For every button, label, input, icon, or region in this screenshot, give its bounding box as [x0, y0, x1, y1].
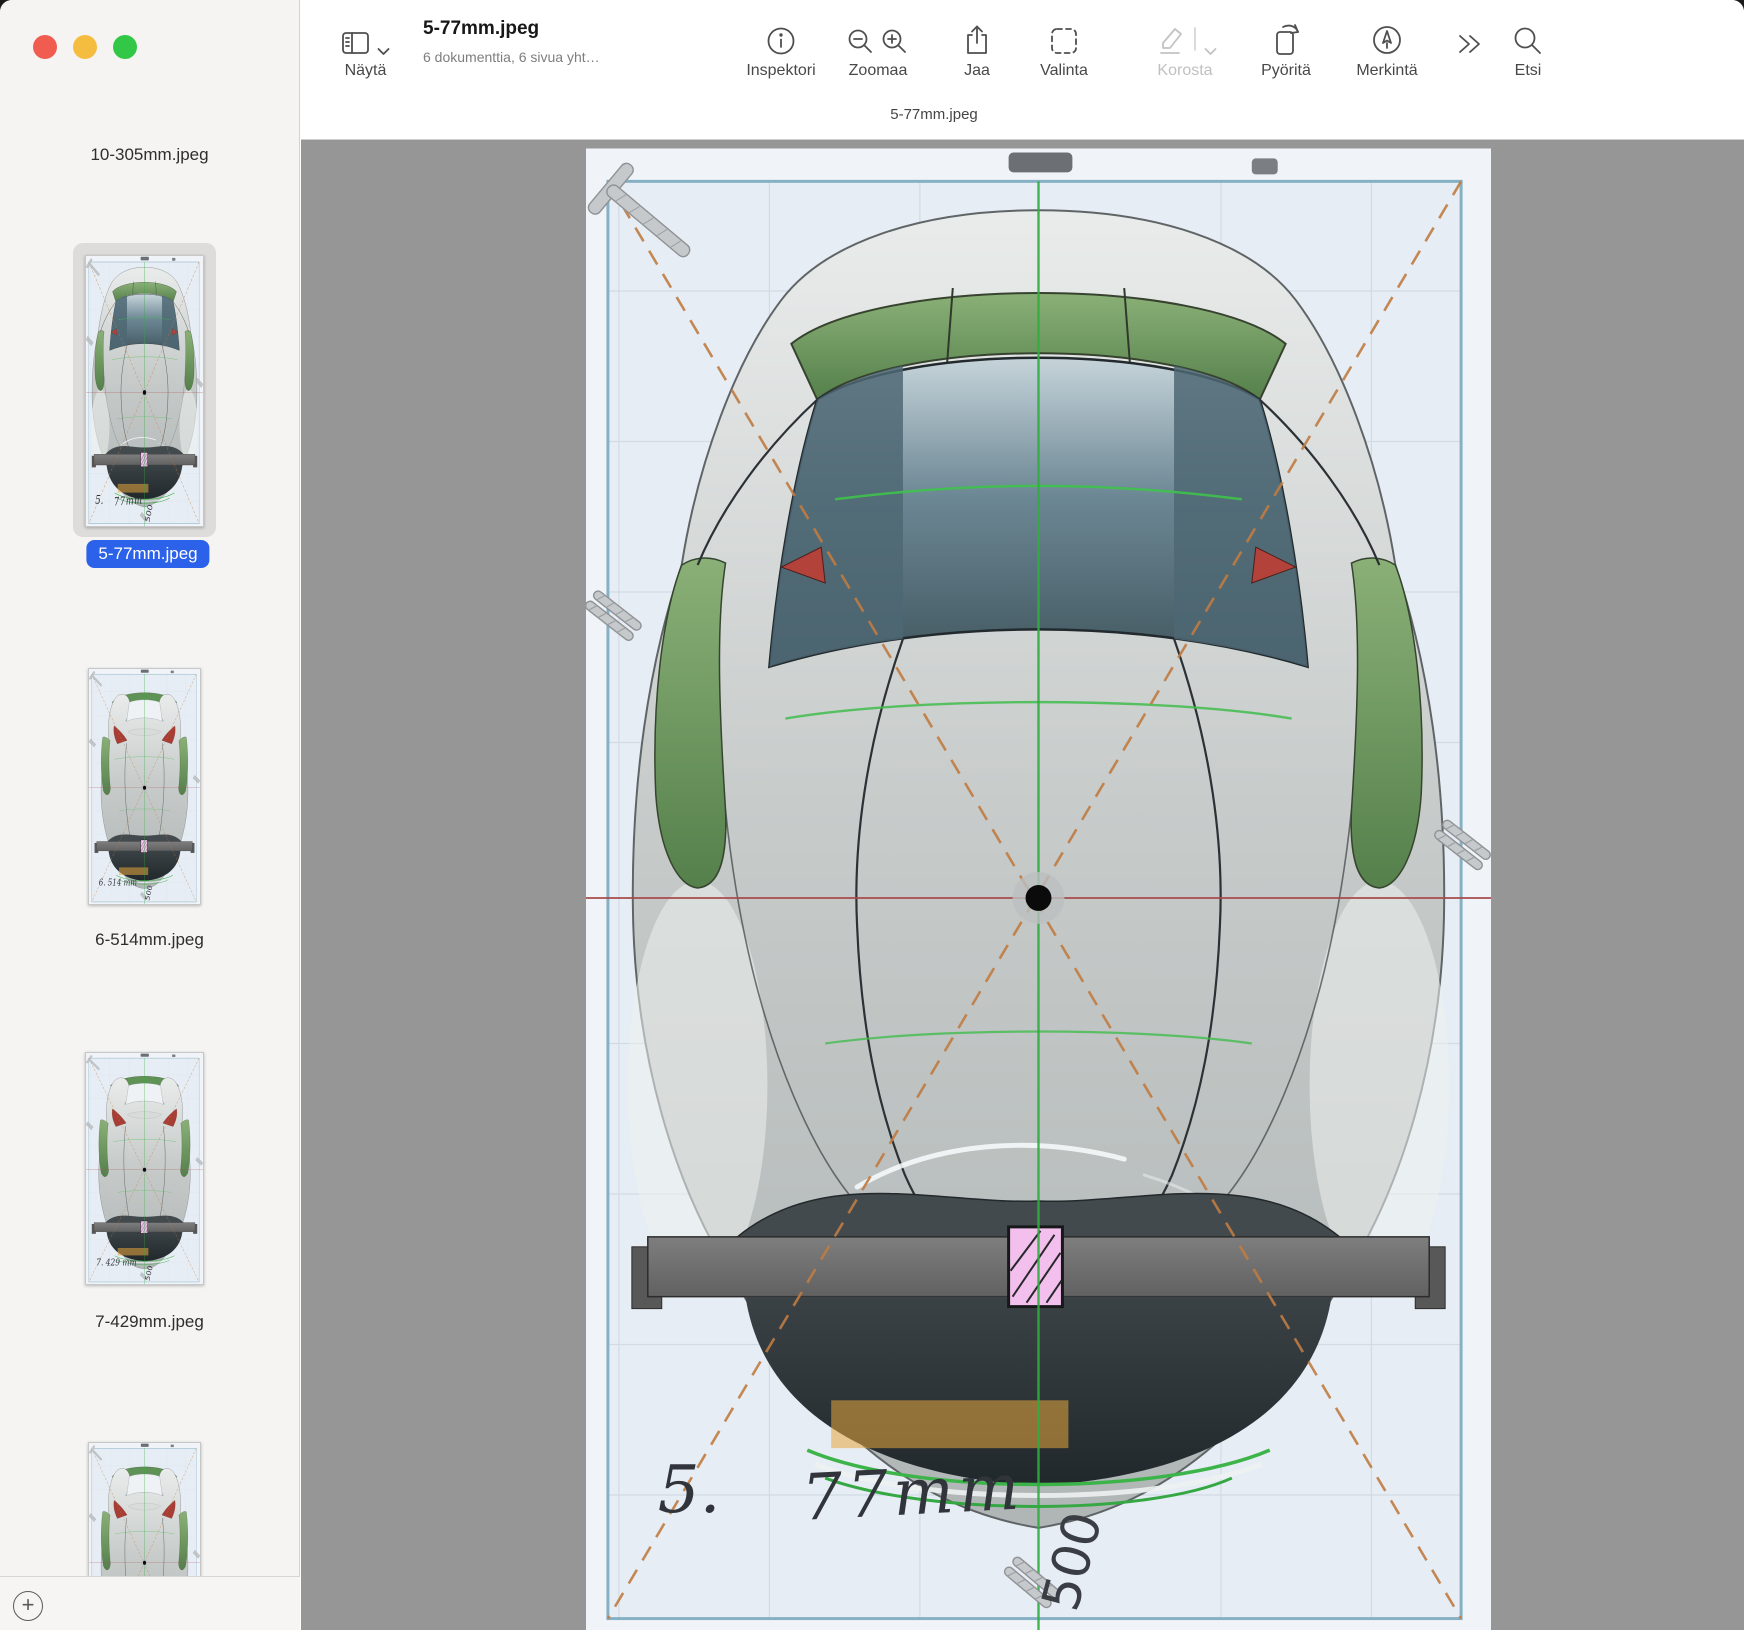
info-icon	[766, 26, 796, 56]
inspector-button[interactable]: Inspektori	[733, 18, 829, 80]
close-button[interactable]	[33, 35, 57, 59]
current-page-filename: 5-77mm.jpeg	[890, 106, 978, 123]
document-canvas	[301, 140, 1744, 1630]
chevron-down-icon	[1204, 47, 1217, 56]
rotate-icon	[1271, 22, 1301, 56]
sidebar-item-6-514mm-label[interactable]: 6-514mm.jpeg	[0, 930, 299, 950]
search-icon	[1513, 26, 1543, 56]
sidebar-item-6-514mm-thumbnail[interactable]: 6. 514 mm	[88, 668, 201, 905]
add-page-button[interactable]: +	[13, 1591, 43, 1621]
sidebar-footer: +	[0, 1576, 300, 1630]
preview-window: 10-305mm.jpeg 5-77mm.jpeg 6. 514 mm 6-51…	[0, 0, 1744, 1630]
toolbar-overflow-button[interactable]	[1449, 18, 1489, 62]
search-button[interactable]: Etsi	[1507, 18, 1549, 80]
content-area: Näytä 5-77mm.jpeg 6 dokumenttia, 6 sivua…	[301, 0, 1744, 1630]
chevron-down-icon	[377, 47, 390, 56]
fullscreen-button[interactable]	[113, 35, 137, 59]
sidebar-item-7-429mm-label[interactable]: 7-429mm.jpeg	[0, 1312, 299, 1332]
minimize-button[interactable]	[73, 35, 97, 59]
sidebar: 10-305mm.jpeg 5-77mm.jpeg 6. 514 mm 6-51…	[0, 0, 300, 1630]
selection-icon	[1049, 26, 1079, 56]
markup-button[interactable]: Merkintä	[1347, 18, 1427, 80]
zoom-out-icon	[847, 28, 875, 56]
svg-text:6. 514 mm: 6. 514 mm	[99, 876, 137, 887]
rotate-button[interactable]: Pyöritä	[1251, 18, 1321, 80]
zoom-in-icon	[881, 28, 909, 56]
share-button[interactable]: Jaa	[953, 18, 1001, 80]
zoom-buttons[interactable]: Zoomaa	[838, 18, 918, 80]
view-menu-button[interactable]: Näytä	[341, 18, 390, 80]
selection-button[interactable]: Valinta	[1031, 18, 1097, 80]
toolbar-divider	[1192, 26, 1198, 56]
highlighter-icon	[1154, 26, 1186, 56]
window-subtitle: 6 dokumenttia, 6 sivua yht…	[423, 49, 600, 65]
share-icon	[963, 24, 991, 56]
double-chevron-right-icon	[1454, 32, 1484, 56]
window-title: 5-77mm.jpeg	[423, 18, 600, 40]
svg-text:7. 429 mm: 7. 429 mm	[96, 1257, 136, 1268]
sidebar-item-10-305mm-label[interactable]: 10-305mm.jpeg	[0, 145, 299, 165]
highlight-button: Korosta	[1147, 18, 1223, 80]
traffic-lights	[33, 35, 137, 59]
sidebar-item-partial-thumbnail[interactable]	[88, 1442, 201, 1576]
title-block: 5-77mm.jpeg 6 dokumenttia, 6 sivua yht…	[423, 18, 600, 65]
sidebar-toggle-icon	[341, 30, 371, 56]
toolbar: Näytä 5-77mm.jpeg 6 dokumenttia, 6 sivua…	[301, 0, 1744, 140]
sidebar-item-5-77mm-label: 5-77mm.jpeg	[86, 540, 209, 568]
document-page	[586, 147, 1491, 1630]
markup-pen-icon	[1371, 24, 1403, 56]
sidebar-item-7-429mm-thumbnail[interactable]: 7. 429 mm	[85, 1052, 204, 1285]
sidebar-item-5-77mm-thumbnail[interactable]	[85, 255, 204, 527]
